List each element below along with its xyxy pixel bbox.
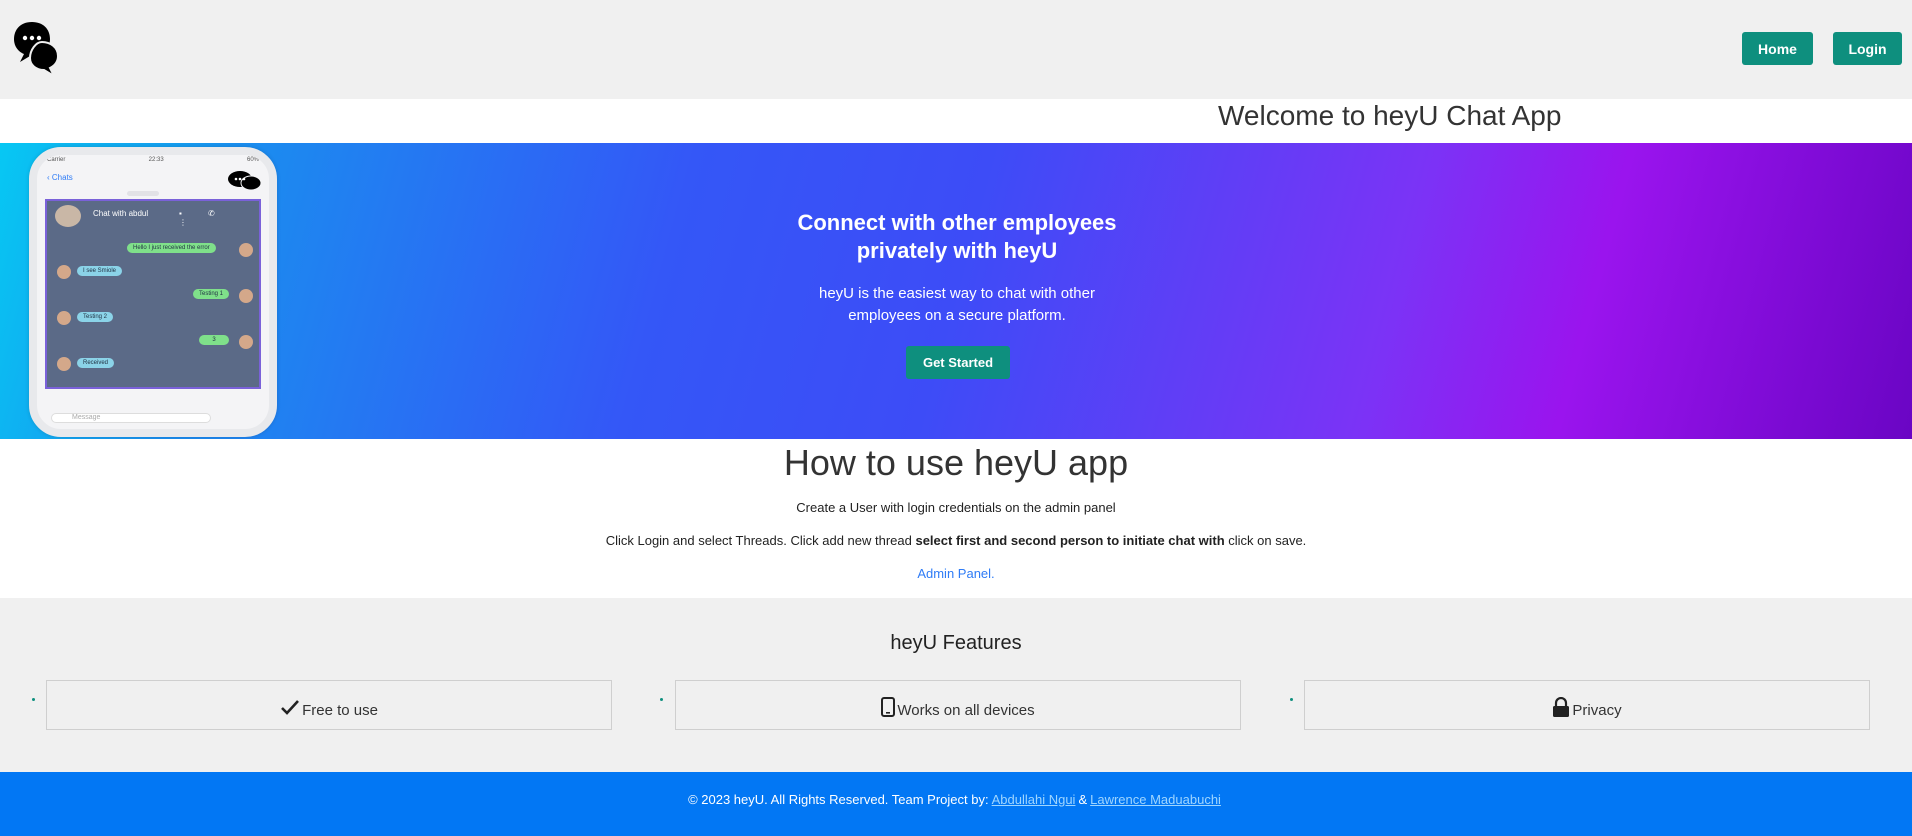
howto-step-1: Create a User with login credentials on … xyxy=(796,500,1116,515)
chat-message: Testing 1 xyxy=(193,289,230,299)
list-bullet xyxy=(32,698,35,701)
phone-status-bar: Carrier 22:33 60% xyxy=(47,157,259,167)
mobile-icon xyxy=(881,697,896,717)
avatar xyxy=(57,311,71,325)
chat-message: Hello I just received the error xyxy=(127,243,216,253)
chat-message: I see Smiole xyxy=(77,266,123,276)
chat-bubbles-icon xyxy=(228,171,262,191)
howto-step-2-post: click on save. xyxy=(1224,533,1307,548)
site-footer: © 2023 heyU. All Rights Reserved. Team P… xyxy=(0,772,1912,836)
phone-pill xyxy=(127,191,159,196)
feature-all-devices: Works on all devices xyxy=(675,680,1241,730)
get-started-button[interactable]: Get Started xyxy=(906,346,1010,379)
hero-text: heyU is the easiest way to chat with oth… xyxy=(819,285,1095,324)
feature-label: Works on all devices xyxy=(897,702,1035,719)
list-bullet xyxy=(660,698,663,701)
avatar xyxy=(239,289,253,303)
login-button[interactable]: Login xyxy=(1833,32,1902,65)
chat-message: 3 xyxy=(199,335,229,345)
phone-mockup-image: Carrier 22:33 60% ‹ Chats Chat with abdu… xyxy=(29,147,277,437)
howto-step-2-pre: Click Login and select Threads. Click ad… xyxy=(605,533,916,548)
welcome-title: Welcome to heyU Chat App xyxy=(1218,100,1562,131)
hero-banner: Carrier 22:33 60% ‹ Chats Chat with abdu… xyxy=(0,143,1912,439)
footer-text: © 2023 heyU. All Rights Reserved. Team P… xyxy=(688,791,989,807)
phone-time: 22:33 xyxy=(148,157,164,163)
author-link-1[interactable]: Abdullahi Ngui xyxy=(992,792,1076,807)
avatar xyxy=(55,205,81,227)
feature-label: Privacy xyxy=(1572,702,1622,719)
phone-battery: 60% xyxy=(246,157,259,163)
list-bullet xyxy=(1290,698,1293,701)
phone-home-indicator xyxy=(109,429,189,432)
howto-title: How to use heyU app xyxy=(783,442,1129,483)
phone-back-link: ‹ Chats xyxy=(47,173,73,182)
author-link-2[interactable]: Lawrence Maduabuchi xyxy=(1090,792,1221,807)
phone-message-input: Message xyxy=(51,413,211,423)
footer-ampersand: & xyxy=(1078,791,1088,807)
feature-privacy: Privacy xyxy=(1304,680,1870,730)
admin-panel-link[interactable]: Admin Panel. xyxy=(0,566,1912,581)
phone-back-label: Chats xyxy=(51,173,73,182)
features-title: heyU Features xyxy=(890,632,1022,654)
avatar xyxy=(57,357,71,371)
phone-chat-area: Chat with abdul ▪ ✆ ⋮ Hello I just recei… xyxy=(45,199,261,389)
phone-carrier: Carrier xyxy=(47,157,66,163)
feature-free-to-use: Free to use xyxy=(46,680,612,730)
avatar xyxy=(239,243,253,257)
howto-step-2: Click Login and select Threads. Click ad… xyxy=(0,533,1912,548)
home-button[interactable]: Home xyxy=(1742,32,1813,65)
video-call-icon: ▪ ✆ ⋮ xyxy=(179,209,227,227)
howto-step-2-bold: select first and second person to initia… xyxy=(915,533,1225,548)
chat-message: Testing 2 xyxy=(77,312,114,322)
avatar xyxy=(239,335,253,349)
hero-title: Connect with other employees privately w… xyxy=(797,210,1117,263)
features-section: heyU Features Free to use Works on all d… xyxy=(0,598,1912,772)
site-header: Home Login xyxy=(0,0,1912,99)
feature-label: Free to use xyxy=(302,702,378,719)
phone-chat-title: Chat with abdul xyxy=(93,209,149,218)
lock-icon xyxy=(1553,697,1570,717)
chat-bubbles-icon[interactable] xyxy=(12,20,60,76)
avatar xyxy=(57,265,71,279)
chat-message: Received xyxy=(77,358,115,368)
check-icon xyxy=(281,700,300,715)
